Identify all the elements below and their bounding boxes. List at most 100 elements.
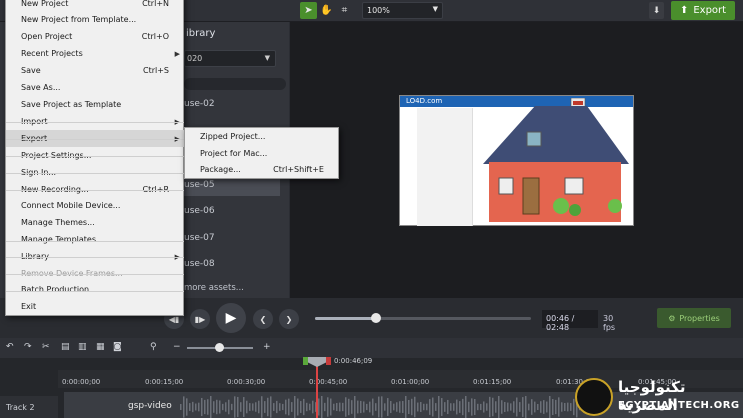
menu-separator xyxy=(6,257,184,258)
redo-icon[interactable]: ↷ xyxy=(24,342,32,352)
library-select[interactable]: 020 ▼ xyxy=(184,50,276,67)
menu-item-label: Save xyxy=(21,66,41,75)
library-select-value: 020 xyxy=(187,54,203,63)
menu-item-label: Recent Projects xyxy=(21,49,83,58)
menu-item-new-project-from-template[interactable]: New Project from Template... xyxy=(6,11,185,28)
menu-item-recent-projects[interactable]: Recent Projects ▶ xyxy=(6,45,185,62)
upload-icon: ⬆ xyxy=(679,5,689,16)
menu-separator xyxy=(6,122,184,123)
pan-tool-button[interactable]: ✋ xyxy=(318,2,335,19)
ruler-tick: 0:01:15;00 xyxy=(473,378,512,386)
menu-item-label: New Project from Template... xyxy=(21,15,137,24)
library-item[interactable]: use-06 xyxy=(184,202,289,221)
menu-item-save-as[interactable]: Save As... xyxy=(6,79,185,96)
timeline-toolbar xyxy=(0,338,743,358)
previous-button[interactable]: ❮ xyxy=(253,309,273,329)
properties-button[interactable]: ⚙ Properties xyxy=(657,308,731,328)
search-icon[interactable]: ⚲ xyxy=(150,342,157,352)
menu-separator xyxy=(6,274,184,275)
ruler-tick: 0:00:00;00 xyxy=(62,378,101,386)
playhead-out-marker[interactable] xyxy=(326,357,331,365)
menu-shortcut: Ctrl+N xyxy=(142,0,169,8)
library-item[interactable]: use-02 xyxy=(184,95,289,114)
submenu-item-label: Zipped Project... xyxy=(200,131,266,141)
watermark-logo xyxy=(575,378,613,416)
menu-separator xyxy=(6,241,184,242)
menu-item-label: Open Project xyxy=(21,32,73,41)
menu-item-label: Exit xyxy=(21,302,37,311)
clip-name: gsp-video xyxy=(128,401,172,411)
menu-item-exit[interactable]: Exit xyxy=(6,298,185,315)
ruler-tick: 0:00:15;00 xyxy=(145,378,184,386)
chevron-left-icon: ❮ xyxy=(259,314,267,324)
menu-item-manage-themes[interactable]: Manage Themes... xyxy=(6,214,185,231)
audio-waveform xyxy=(180,396,580,418)
playhead-in-marker[interactable] xyxy=(303,357,308,365)
timeline-zoom-handle[interactable] xyxy=(215,343,224,352)
export-button[interactable]: ⬆ Export xyxy=(671,1,735,20)
step-forward-icon: ▮▶ xyxy=(194,314,206,324)
preview-media[interactable]: LO4D.com xyxy=(399,95,634,226)
chevron-right-icon: ❯ xyxy=(285,314,293,324)
library-item[interactable]: use-08 xyxy=(184,255,289,274)
media-sidebar xyxy=(417,108,473,226)
timecode-display: 00:46 / 02:48 xyxy=(542,310,598,332)
paste-icon[interactable]: ▥ xyxy=(78,342,87,352)
zoom-value: 100% xyxy=(367,6,390,15)
menu-shortcut: Ctrl+O xyxy=(141,32,169,41)
menu-item-connect-mobile-device[interactable]: Connect Mobile Device... xyxy=(6,197,185,214)
menu-item-label: Batch Production... xyxy=(21,285,97,294)
menu-item-manage-templates[interactable]: Manage Templates... xyxy=(6,231,185,248)
properties-label: Properties xyxy=(679,313,720,323)
fps-display: 30 fps xyxy=(603,314,616,332)
zoom-out-icon[interactable]: − xyxy=(173,342,181,352)
menu-item-label: Connect Mobile Device... xyxy=(21,201,121,210)
playhead-time: 0:00:46;09 xyxy=(334,357,373,365)
submenu-item-project-for-mac[interactable]: Project for Mac... xyxy=(185,145,338,161)
playhead-line xyxy=(316,362,318,418)
submenu-item-label: Package... xyxy=(200,164,241,174)
scrub-handle[interactable] xyxy=(371,313,381,323)
menu-item-label: New Project xyxy=(21,0,69,8)
menu-item-save-project-as-template[interactable]: Save Project as Template xyxy=(6,96,185,113)
menu-item-label: Manage Themes... xyxy=(21,218,95,227)
split-icon[interactable]: ▦ xyxy=(96,342,105,352)
menu-item-label: Save Project as Template xyxy=(21,100,122,109)
library-search-input[interactable] xyxy=(184,78,286,90)
library-item[interactable]: use-07 xyxy=(184,229,289,248)
pointer-icon: ➤ xyxy=(304,5,313,16)
download-icon: ⬇ xyxy=(652,5,661,16)
house-illustration xyxy=(483,98,629,222)
watermark-english-text: EGYPTIANTECH.ORG xyxy=(618,400,740,411)
chevron-right-icon: ▶ xyxy=(174,49,180,58)
track-label[interactable]: Track 2 xyxy=(0,396,58,418)
zoom-select[interactable]: 100% ▼ xyxy=(362,2,443,19)
gear-icon: ⚙ xyxy=(668,313,676,323)
submenu-item-package[interactable]: Package... Ctrl+Shift+E xyxy=(185,161,338,177)
hand-icon: ✋ xyxy=(320,5,333,16)
pointer-tool-button[interactable]: ➤ xyxy=(300,2,317,19)
menu-item-open-project[interactable]: Open Project Ctrl+O xyxy=(6,28,185,45)
step-forward-button[interactable]: ▮▶ xyxy=(190,309,210,329)
menu-item-batch-production[interactable]: Batch Production... xyxy=(6,281,185,298)
next-button[interactable]: ❯ xyxy=(279,309,299,329)
site-logo: LO4D.com xyxy=(406,97,443,105)
crop-tool-button[interactable]: ⌗ xyxy=(336,2,353,19)
play-button[interactable]: ▶ xyxy=(216,303,246,333)
more-assets-link[interactable]: more assets... xyxy=(184,283,244,293)
menu-separator xyxy=(6,173,184,174)
download-button[interactable]: ⬇ xyxy=(649,2,664,19)
snapshot-icon[interactable]: ◙ xyxy=(113,342,122,352)
chevron-down-icon: ▼ xyxy=(264,54,270,62)
ruler-tick: 0:00:45;00 xyxy=(309,378,348,386)
menu-separator xyxy=(6,139,184,140)
copy-icon[interactable]: ▤ xyxy=(61,342,70,352)
menu-separator xyxy=(6,190,184,191)
cut-icon[interactable]: ✂ xyxy=(42,342,50,352)
ruler-tick: 0:01:00;00 xyxy=(391,378,430,386)
menu-shortcut: Ctrl+Shift+E xyxy=(273,164,324,174)
menu-item-save[interactable]: Save Ctrl+S xyxy=(6,62,185,79)
undo-icon[interactable]: ↶ xyxy=(6,342,14,352)
submenu-item-zipped-project[interactable]: Zipped Project... xyxy=(185,128,338,144)
zoom-in-icon[interactable]: + xyxy=(263,342,271,352)
